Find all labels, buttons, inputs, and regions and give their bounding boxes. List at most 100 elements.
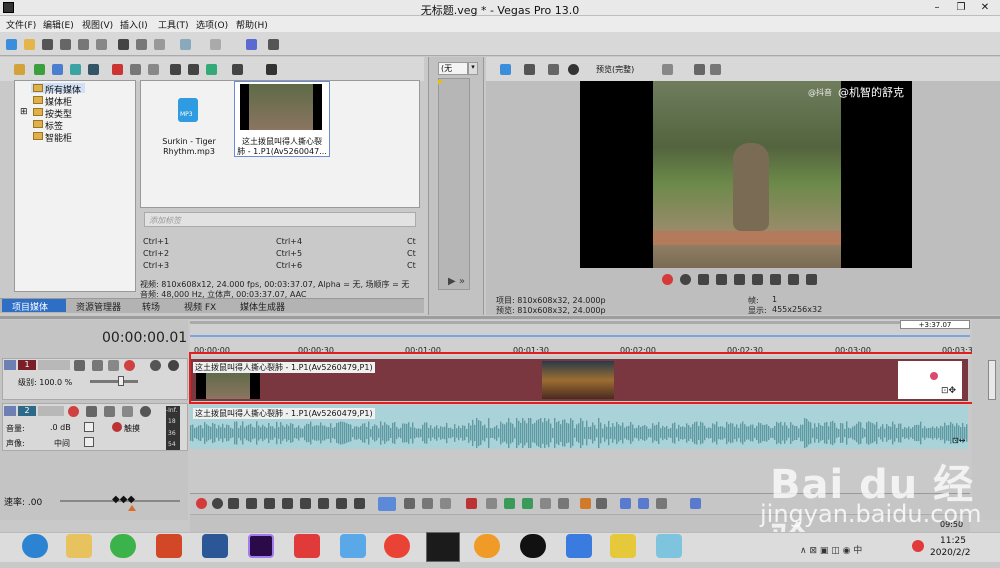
go-end-icon[interactable] bbox=[788, 274, 799, 285]
preview-properties-icon[interactable] bbox=[500, 64, 511, 75]
tl-prev-frame-icon[interactable] bbox=[336, 498, 347, 509]
tab-project-media[interactable]: 项目媒体 bbox=[12, 300, 48, 313]
automation-icon[interactable] bbox=[112, 422, 122, 432]
rate-slider-thumb[interactable]: ◆◆◆ bbox=[112, 494, 135, 505]
tree-item-smart-bins[interactable]: 智能柜 bbox=[45, 131, 72, 144]
shortcut-ctrl2[interactable]: Ctrl+2 bbox=[143, 249, 169, 258]
minimize-button[interactable]: – bbox=[924, 0, 950, 15]
media-properties-icon[interactable] bbox=[148, 64, 159, 75]
qq-icon[interactable] bbox=[520, 534, 546, 558]
track-name-field[interactable] bbox=[38, 360, 70, 370]
menu-help[interactable]: 帮助(H) bbox=[236, 18, 268, 31]
wechat-icon[interactable] bbox=[110, 534, 136, 558]
pause-icon[interactable] bbox=[734, 274, 745, 285]
envelope-tool-icon[interactable] bbox=[268, 39, 279, 50]
menu-options[interactable]: 选项(O) bbox=[196, 18, 228, 31]
search-media-icon[interactable] bbox=[88, 64, 99, 75]
save-snapshot-icon[interactable] bbox=[710, 64, 721, 75]
media-fx-icon[interactable] bbox=[130, 64, 141, 75]
marker-icon[interactable] bbox=[580, 498, 591, 509]
get-media-icon[interactable] bbox=[52, 64, 63, 75]
shortcut-ctrl8[interactable]: Ct bbox=[407, 249, 416, 258]
tl-pause-icon[interactable] bbox=[264, 498, 275, 509]
shortcut-ctrl7[interactable]: Ct bbox=[407, 237, 416, 246]
stop-icon[interactable] bbox=[752, 274, 763, 285]
marker-bar[interactable] bbox=[190, 321, 970, 324]
feishu-icon[interactable] bbox=[566, 534, 592, 558]
browser-taskbar-icon[interactable] bbox=[22, 534, 48, 558]
lock-envelopes-icon[interactable] bbox=[690, 498, 701, 509]
tl-loop-icon[interactable] bbox=[212, 498, 223, 509]
tab-explorer[interactable]: 资源管理器 bbox=[76, 300, 121, 313]
edit-tool-icon[interactable] bbox=[246, 39, 257, 50]
delete-icon[interactable] bbox=[466, 498, 477, 509]
solo-icon[interactable] bbox=[150, 360, 161, 371]
dropdown-arrow-icon[interactable]: ▾ bbox=[468, 62, 478, 75]
external-monitor-icon[interactable] bbox=[524, 64, 535, 75]
normal-edit-tool-icon[interactable] bbox=[378, 497, 396, 511]
menu-view[interactable]: 视图(V) bbox=[82, 18, 113, 31]
volume-slider-thumb[interactable] bbox=[84, 422, 94, 432]
remove-icon[interactable] bbox=[112, 64, 123, 75]
audio-mute-icon[interactable] bbox=[86, 406, 97, 417]
menu-edit[interactable]: 编辑(E) bbox=[43, 18, 74, 31]
auto-preview-icon[interactable] bbox=[206, 64, 217, 75]
audio-track-name-field[interactable] bbox=[38, 406, 64, 416]
tl-go-end-icon[interactable] bbox=[318, 498, 329, 509]
tl-next-frame-icon[interactable] bbox=[354, 498, 365, 509]
cut-icon[interactable] bbox=[118, 39, 129, 50]
tl-play-icon[interactable] bbox=[246, 498, 257, 509]
shortcut-ctrl3[interactable]: Ctrl+3 bbox=[143, 261, 169, 270]
premiere-icon[interactable] bbox=[248, 534, 274, 558]
trim-icon[interactable] bbox=[486, 498, 497, 509]
stop-media-icon[interactable] bbox=[188, 64, 199, 75]
video-preview[interactable]: @抖音 @机智的舒克 bbox=[580, 81, 912, 268]
composite-icon[interactable] bbox=[124, 360, 135, 371]
menu-file[interactable]: 文件(F) bbox=[6, 18, 36, 31]
refresh-icon[interactable] bbox=[70, 64, 81, 75]
tab-media-generators[interactable]: 媒体生成器 bbox=[240, 300, 285, 313]
app-icon-cyan[interactable] bbox=[656, 534, 682, 558]
split-screen-icon[interactable] bbox=[568, 64, 579, 75]
track-motion-icon[interactable] bbox=[92, 360, 103, 371]
copy-snapshot-icon[interactable] bbox=[694, 64, 705, 75]
loop-icon[interactable] bbox=[680, 274, 691, 285]
file-explorer-icon[interactable] bbox=[66, 534, 92, 558]
app-icon-red[interactable] bbox=[294, 534, 320, 558]
expand-icon[interactable]: ⊞ bbox=[20, 107, 28, 117]
render-icon[interactable] bbox=[78, 39, 89, 50]
play-icon[interactable] bbox=[716, 274, 727, 285]
mp3-file-icon[interactable] bbox=[178, 98, 198, 122]
level-slider[interactable] bbox=[90, 380, 138, 383]
tl-play-start-icon[interactable] bbox=[228, 498, 239, 509]
tray-icons[interactable]: ∧ ⊠ ▣ ◫ ◉ 中 bbox=[800, 543, 862, 556]
close-button[interactable]: ✕ bbox=[972, 0, 998, 15]
restore-button[interactable]: ❐ bbox=[948, 0, 974, 15]
notes-icon[interactable] bbox=[610, 534, 636, 558]
scrollbar-thumb[interactable] bbox=[988, 360, 996, 400]
record-icon[interactable] bbox=[662, 274, 673, 285]
automation-mode[interactable]: 触摸 bbox=[124, 423, 140, 434]
app-icon-orange[interactable] bbox=[474, 534, 500, 558]
lock-icon[interactable] bbox=[558, 498, 569, 509]
new-project-icon[interactable] bbox=[6, 39, 17, 50]
track-expand-icon[interactable] bbox=[4, 360, 16, 370]
pan-slider-thumb[interactable] bbox=[84, 437, 94, 447]
record-arm-icon[interactable] bbox=[168, 360, 179, 371]
level-slider-thumb[interactable] bbox=[118, 376, 124, 386]
trim-start-icon[interactable] bbox=[504, 498, 515, 509]
trimmer-view[interactable] bbox=[438, 78, 470, 290]
prev-frame-icon[interactable] bbox=[806, 274, 817, 285]
panel-divider[interactable] bbox=[0, 316, 1000, 319]
tab-video-fx[interactable]: 视频 FX bbox=[184, 300, 216, 313]
audio-envelope-icon[interactable]: ⊡↔ bbox=[952, 436, 965, 445]
envelope-edit-icon[interactable] bbox=[404, 498, 415, 509]
shortcut-ctrl6[interactable]: Ctrl+6 bbox=[276, 261, 302, 270]
word-icon[interactable] bbox=[202, 534, 228, 558]
tab-transitions[interactable]: 转场 bbox=[142, 300, 160, 313]
shortcut-ctrl1[interactable]: Ctrl+1 bbox=[143, 237, 169, 246]
loop-region[interactable] bbox=[190, 335, 970, 337]
snapping-icon[interactable] bbox=[620, 498, 631, 509]
overlays-icon[interactable] bbox=[662, 64, 673, 75]
copy-icon[interactable] bbox=[136, 39, 147, 50]
